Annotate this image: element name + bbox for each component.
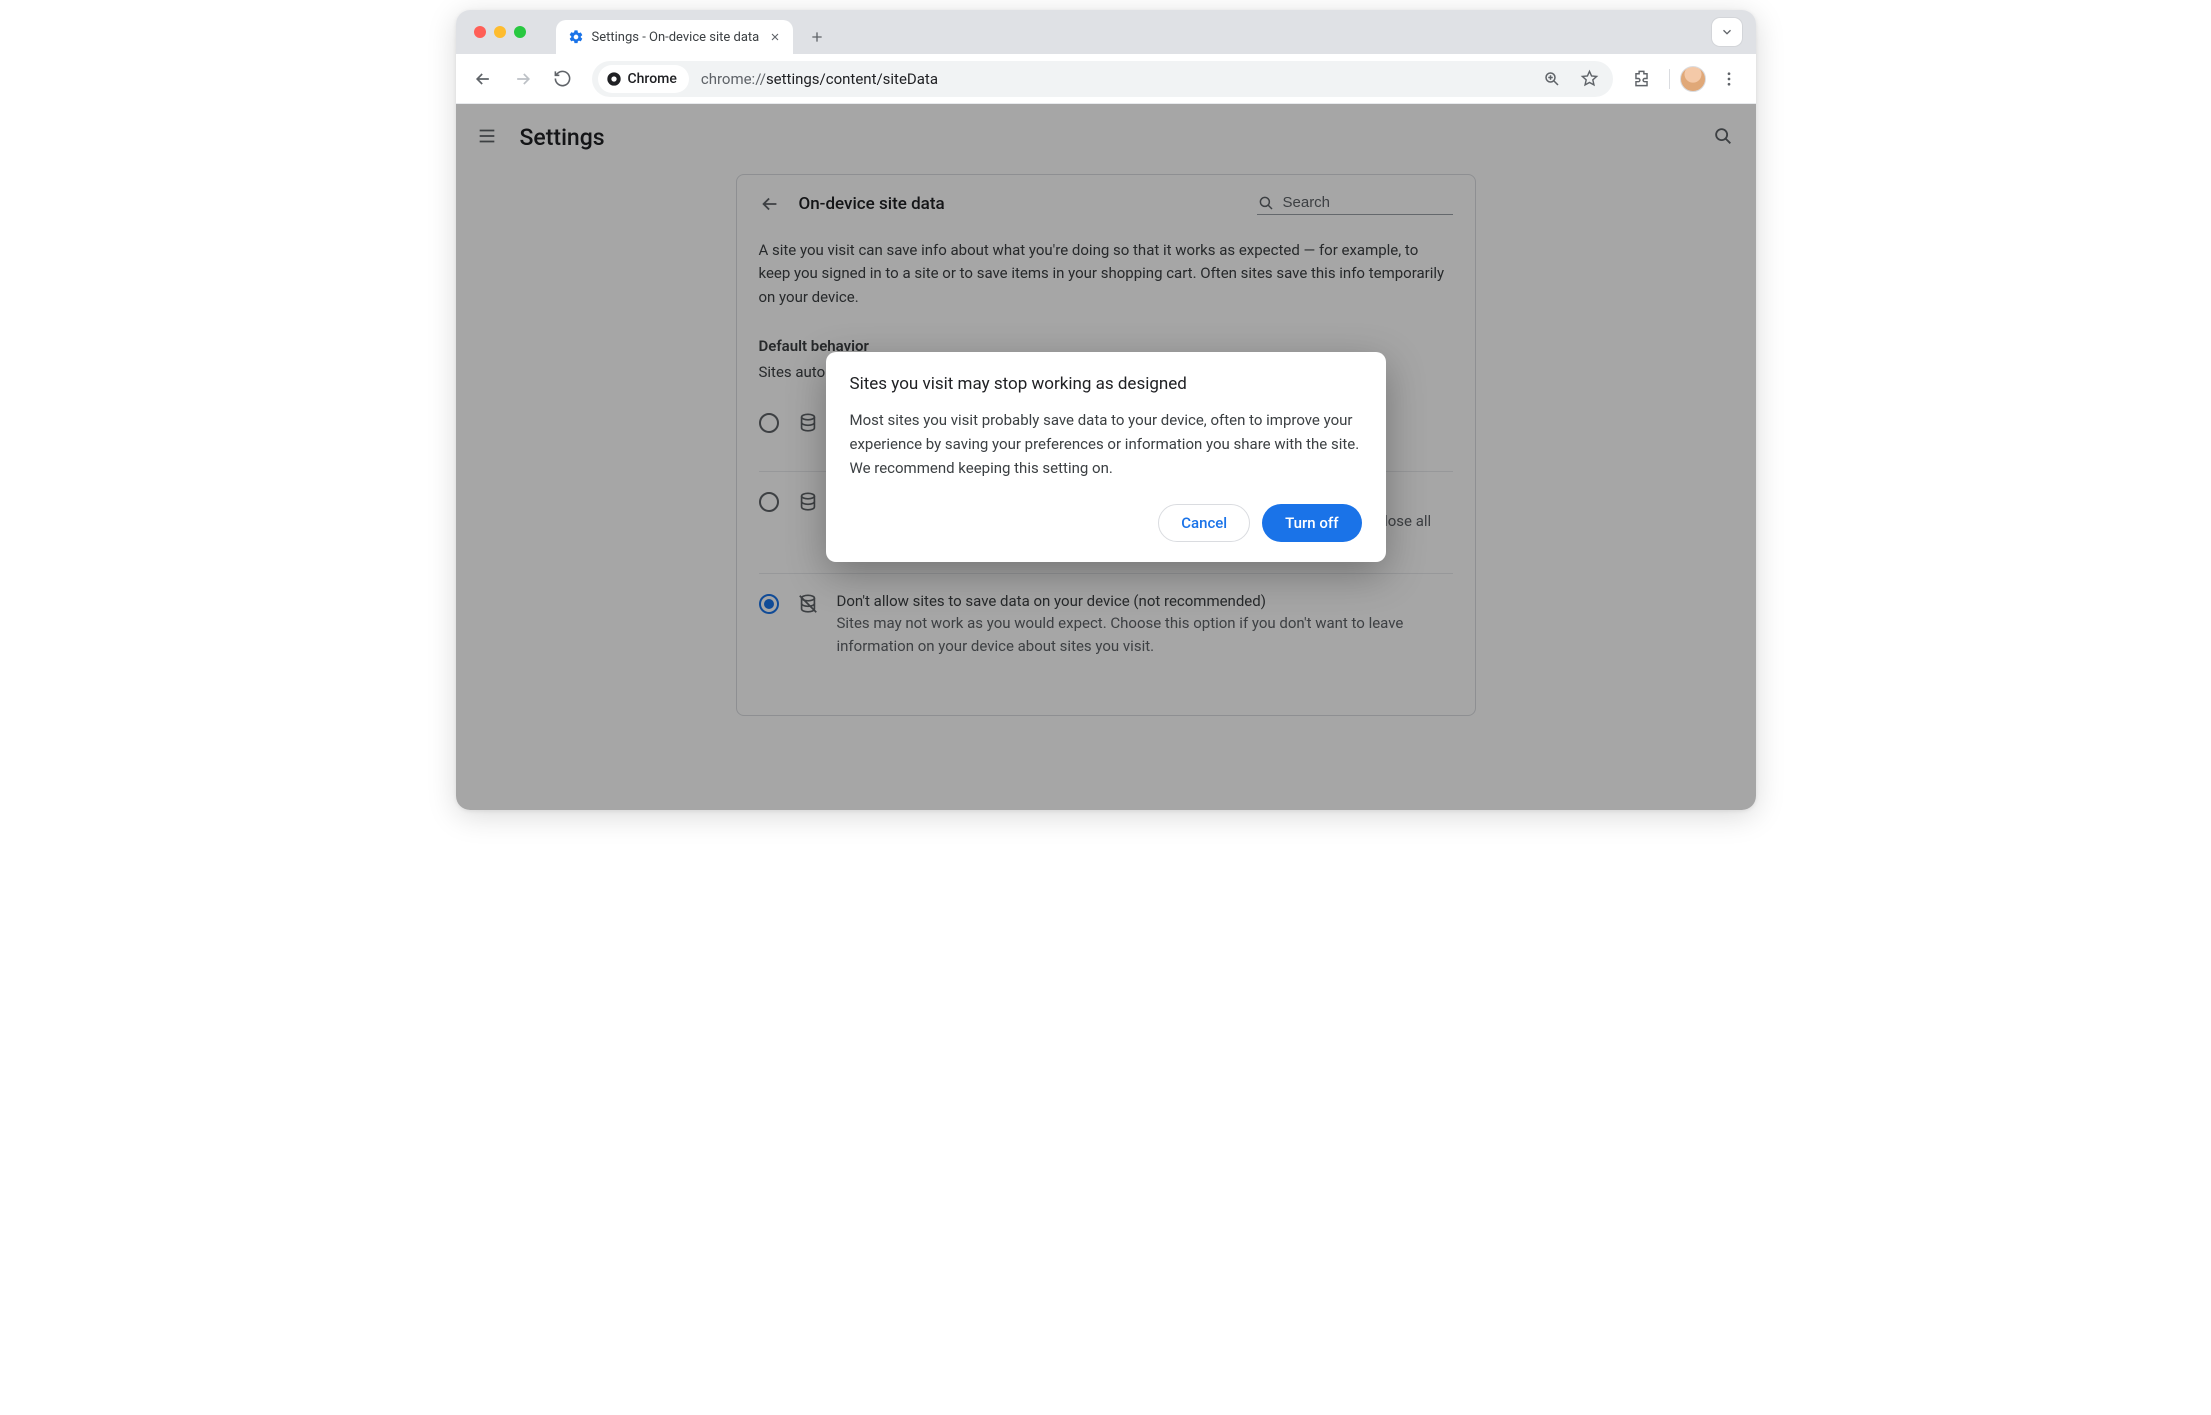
tab-title: Settings - On-device site data bbox=[592, 30, 760, 45]
content-area: Settings On-device site data A site you bbox=[456, 104, 1756, 810]
omnibox-chip[interactable]: Chrome bbox=[598, 65, 689, 93]
new-tab-button[interactable] bbox=[803, 23, 831, 51]
browser-toolbar: Chrome chrome://settings/content/siteDat… bbox=[456, 54, 1756, 104]
dialog-actions: Cancel Turn off bbox=[850, 504, 1362, 542]
dialog-title: Sites you visit may stop working as desi… bbox=[850, 374, 1362, 394]
gear-icon bbox=[568, 29, 584, 45]
confirm-dialog: Sites you visit may stop working as desi… bbox=[826, 352, 1386, 562]
window-maximize[interactable] bbox=[514, 26, 526, 38]
nav-back-button[interactable] bbox=[466, 62, 500, 96]
window-close[interactable] bbox=[474, 26, 486, 38]
zoom-icon[interactable] bbox=[1535, 62, 1569, 96]
extensions-icon[interactable] bbox=[1625, 62, 1659, 96]
dialog-body: Most sites you visit probably save data … bbox=[850, 408, 1362, 480]
bookmark-star-icon[interactable] bbox=[1573, 62, 1607, 96]
browser-window: Settings - On-device site data bbox=[456, 10, 1756, 810]
profile-avatar[interactable] bbox=[1680, 66, 1706, 92]
omnibox[interactable]: Chrome chrome://settings/content/siteDat… bbox=[592, 61, 1613, 97]
omnibox-url: chrome://settings/content/siteData bbox=[701, 70, 1535, 88]
kebab-menu-icon[interactable] bbox=[1712, 62, 1746, 96]
nav-forward-button[interactable] bbox=[506, 62, 540, 96]
window-controls bbox=[464, 10, 536, 54]
tab-strip: Settings - On-device site data bbox=[456, 10, 1756, 54]
window-minimize[interactable] bbox=[494, 26, 506, 38]
cancel-button[interactable]: Cancel bbox=[1158, 504, 1250, 542]
turn-off-button[interactable]: Turn off bbox=[1262, 504, 1361, 542]
tab-list-dropdown[interactable] bbox=[1712, 18, 1742, 46]
reload-button[interactable] bbox=[546, 62, 580, 96]
browser-tab[interactable]: Settings - On-device site data bbox=[556, 20, 794, 54]
omnibox-chip-label: Chrome bbox=[628, 71, 677, 87]
toolbar-separator bbox=[1669, 69, 1670, 89]
tab-close-icon[interactable] bbox=[767, 29, 783, 45]
chrome-logo-icon bbox=[606, 71, 622, 87]
